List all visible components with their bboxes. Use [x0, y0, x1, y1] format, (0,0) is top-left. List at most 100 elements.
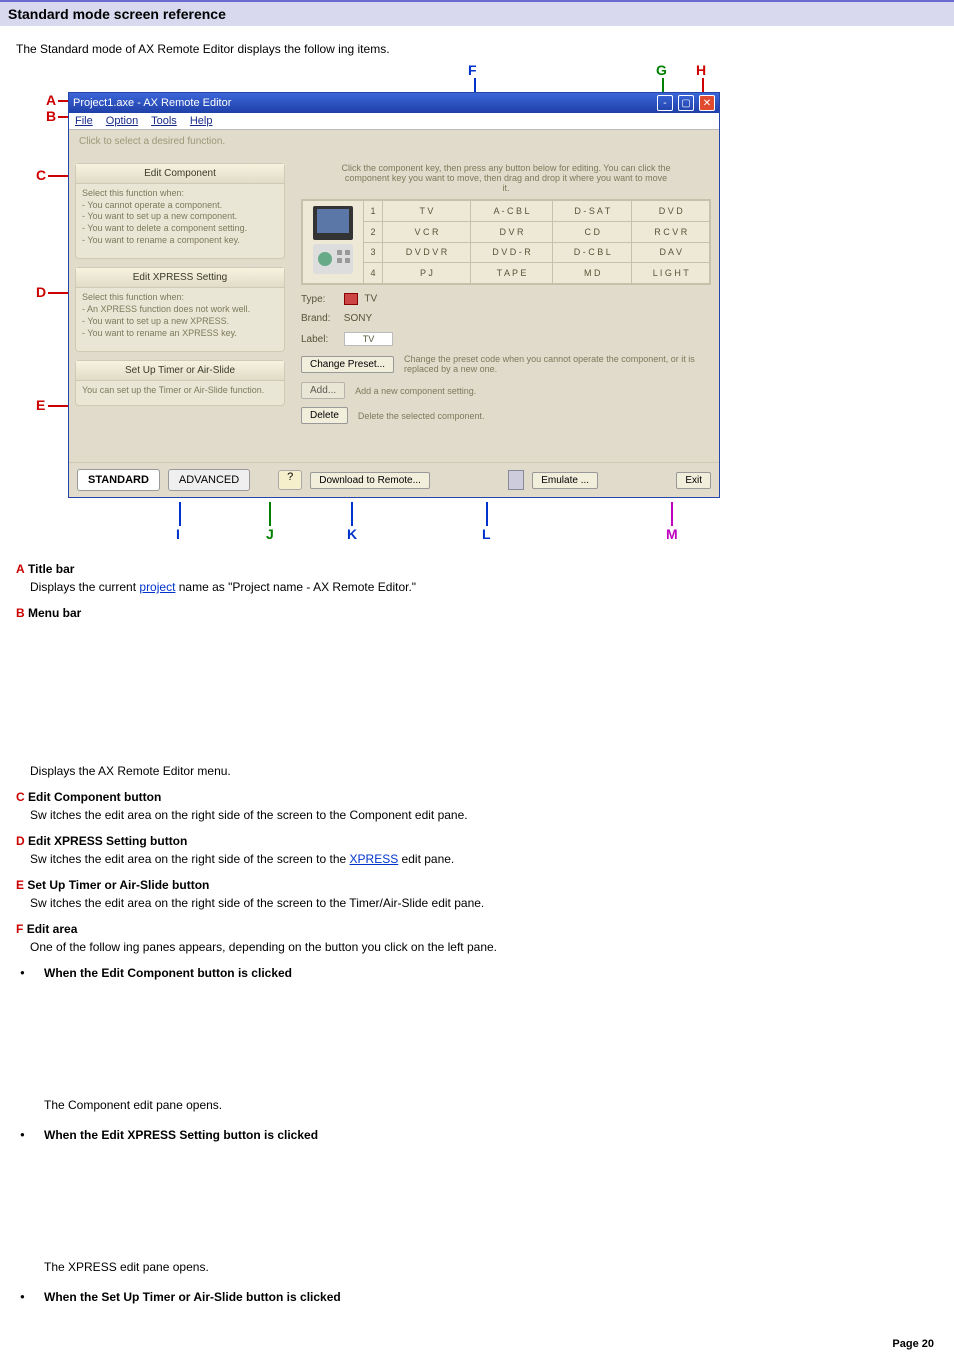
desc-C-text: Sw itches the edit area on the right sid…	[30, 808, 938, 822]
tick-H	[702, 78, 704, 92]
help-icon[interactable]: ?	[278, 470, 302, 490]
bullet-1: When the Edit Component button is clicke…	[16, 966, 938, 1112]
grid-cell[interactable]: D V D V R	[383, 242, 471, 263]
edit-component-title: Edit Component	[76, 164, 284, 184]
section-header: Standard mode screen reference	[0, 0, 954, 26]
label-J: J	[266, 526, 274, 542]
xpress-link[interactable]: XPRESS	[350, 852, 399, 866]
bullet-2-title: When the Edit XPRESS Setting button is c…	[44, 1128, 318, 1142]
page-footer: Page 20	[892, 1338, 934, 1350]
desc-E: E Set Up Timer or Air-Slide button Sw it…	[16, 878, 938, 910]
close-icon[interactable]: ✕	[699, 95, 715, 111]
download-button[interactable]: Download to Remote...	[310, 472, 430, 489]
type-value: TV	[364, 294, 377, 305]
desc-A-title: Title bar	[28, 562, 74, 576]
desc-A-pre: Displays the current	[30, 580, 139, 594]
tick-K	[351, 502, 353, 526]
remote-icon	[307, 204, 359, 278]
edit-component-card[interactable]: Edit Component Select this function when…	[75, 163, 285, 259]
desc-B: B Menu bar Displays the AX Remote Editor…	[16, 606, 938, 778]
top-hint: Click to select a desired function.	[69, 130, 719, 153]
menu-tools[interactable]: Tools	[151, 115, 177, 127]
row-index: 2	[364, 221, 383, 242]
grid-cell[interactable]: D V D - R	[470, 242, 552, 263]
desc-C-key: C	[16, 790, 25, 804]
grid-cell[interactable]: D V R	[470, 221, 552, 242]
right-hint: Click the component key, then press any …	[301, 163, 711, 199]
emulate-button[interactable]: Emulate ...	[532, 472, 598, 489]
grid-cell[interactable]: D - C B L	[553, 242, 632, 263]
project-link[interactable]: project	[139, 580, 175, 594]
card2-line1: - An XPRESS function does not work well.	[82, 304, 278, 316]
tick-F	[474, 78, 476, 92]
screenshot-diagram: A B C D E F G H Project1.axe - AX Remote…	[16, 62, 776, 538]
grid-cell[interactable]: M D	[553, 263, 632, 284]
label-H: H	[696, 62, 706, 78]
tick-J	[269, 502, 271, 526]
grid-cell[interactable]: T V	[383, 201, 471, 222]
card1-line3: - You want to delete a component setting…	[82, 223, 278, 235]
tv-icon	[344, 293, 358, 305]
change-preset-button[interactable]: Change Preset...	[301, 356, 394, 373]
delete-button[interactable]: Delete	[301, 407, 348, 424]
desc-E-text: Sw itches the edit area on the right sid…	[30, 896, 938, 910]
grid-cell[interactable]: C D	[553, 221, 632, 242]
table-row: 2 V C R D V R C D R C V R	[303, 221, 710, 242]
maximize-icon[interactable]: ▢	[678, 95, 694, 111]
card2-line0: Select this function when:	[82, 292, 278, 304]
component-grid: 1 T V A - C B L D - S A T D V D 2 V C R …	[301, 199, 711, 285]
setup-timer-card[interactable]: Set Up Timer or Air-Slide You can set up…	[75, 360, 285, 406]
card2-line3: - You want to rename an XPRESS key.	[82, 328, 278, 340]
connector-A	[58, 100, 68, 102]
edit-xpress-card[interactable]: Edit XPRESS Setting Select this function…	[75, 267, 285, 352]
add-text: Add a new component setting.	[355, 386, 711, 396]
desc-C-title: Edit Component button	[28, 790, 161, 804]
desc-A: A Title bar Displays the current project…	[16, 562, 938, 594]
intro-text: The Standard mode of AX Remote Editor di…	[16, 42, 938, 56]
label-L: L	[482, 526, 491, 542]
grid-cell[interactable]: L I G H T	[632, 263, 710, 284]
standard-tab[interactable]: STANDARD	[77, 469, 160, 491]
menu-help[interactable]: Help	[190, 115, 213, 127]
grid-cell[interactable]: D - S A T	[553, 201, 632, 222]
type-label: Type:	[301, 294, 341, 305]
exit-button[interactable]: Exit	[676, 472, 711, 489]
minimize-icon[interactable]: -	[657, 95, 673, 111]
card1-line4: - You want to rename a component key.	[82, 235, 278, 247]
desc-A-key: A	[16, 562, 25, 576]
bullet-1-title: When the Edit Component button is clicke…	[44, 966, 292, 980]
window-title: Project1.axe - AX Remote Editor	[73, 97, 231, 109]
bullet-3: When the Set Up Timer or Air-Slide butto…	[16, 1290, 938, 1304]
desc-D-key: D	[16, 834, 25, 848]
label-value[interactable]: TV	[344, 332, 394, 346]
advanced-tab[interactable]: ADVANCED	[168, 469, 250, 491]
grid-cell[interactable]: T A P E	[470, 263, 552, 284]
desc-F-key: F	[16, 922, 23, 936]
label-E: E	[36, 397, 45, 413]
table-row: 4 P J T A P E M D L I G H T	[303, 263, 710, 284]
tick-I	[179, 502, 181, 526]
label-I: I	[176, 526, 180, 542]
bullet-2-sub: The XPRESS edit pane opens.	[44, 1260, 938, 1274]
desc-F: F Edit area One of the follow ing panes …	[16, 922, 938, 954]
connector-C	[48, 175, 68, 177]
desc-B-text: Displays the AX Remote Editor menu.	[30, 764, 938, 778]
grid-cell[interactable]: V C R	[383, 221, 471, 242]
edit-xpress-title: Edit XPRESS Setting	[76, 268, 284, 288]
grid-cell[interactable]: D A V	[632, 242, 710, 263]
menu-option[interactable]: Option	[106, 115, 138, 127]
menu-file[interactable]: File	[75, 115, 93, 127]
bottom-bar: STANDARD ADVANCED ? Download to Remote..…	[69, 462, 719, 497]
grid-cell[interactable]: P J	[383, 263, 471, 284]
tick-M	[671, 502, 673, 526]
grid-cell[interactable]: D V D	[632, 201, 710, 222]
row-index: 4	[364, 263, 383, 284]
delete-text: Delete the selected component.	[358, 411, 711, 421]
remote-small-icon	[508, 470, 524, 490]
grid-cell[interactable]: A - C B L	[470, 201, 552, 222]
add-button[interactable]: Add...	[301, 382, 345, 399]
desc-B-key: B	[16, 606, 25, 620]
grid-cell[interactable]: R C V R	[632, 221, 710, 242]
desc-E-title: Set Up Timer or Air-Slide button	[27, 878, 209, 892]
label-G: G	[656, 62, 667, 78]
